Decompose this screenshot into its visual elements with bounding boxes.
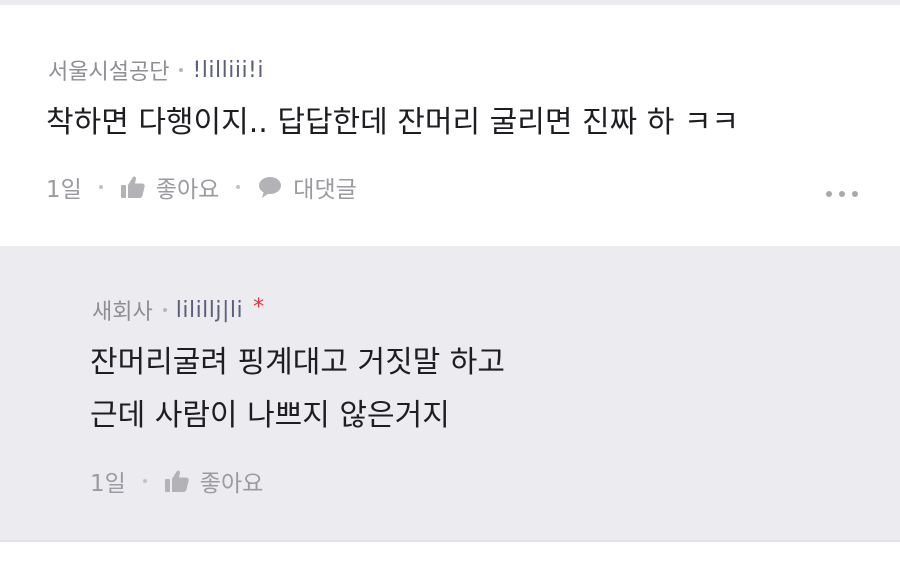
reply-item: 새회사 lilillj|li * 잔머리굴려 핑계대고 거짓말 하고 근데 사람… xyxy=(0,246,900,540)
author-badge: * xyxy=(253,294,265,320)
comment-author[interactable]: 서울시설공단 xyxy=(48,54,169,86)
comment-text: 착하면 다행이지.. 답답한데 잔머리 굴리면 진짜 하 ㅋㅋ xyxy=(46,105,740,140)
more-options-icon[interactable] xyxy=(819,191,858,197)
reply-actions: 1일 좋아요 xyxy=(90,464,263,498)
reply-text-line-1: 잔머리굴려 핑계대고 거짓말 하고 xyxy=(90,345,506,380)
more-dot xyxy=(839,191,845,197)
thumbs-up-icon xyxy=(164,470,189,492)
like-label: 좋아요 xyxy=(155,177,220,203)
comment-time: 1일 xyxy=(46,177,82,203)
reply-meta: 새회사 lilillj|li * xyxy=(92,294,264,326)
reply-like-button[interactable]: 좋아요 xyxy=(164,464,263,498)
comment-meta: 서울시설공단 !lilliii!i xyxy=(48,54,264,86)
more-dot xyxy=(826,191,832,197)
like-label: 좋아요 xyxy=(199,471,264,497)
speech-bubble-icon xyxy=(259,177,282,198)
bottom-divider xyxy=(0,540,900,542)
comment-item: 서울시설공단 !lilliii!i 착하면 다행이지.. 답답한데 잔머리 굴리… xyxy=(0,5,900,246)
action-separator xyxy=(142,479,147,483)
reply-text-line-2: 근데 사람이 나쁘지 않은거지 xyxy=(90,398,450,433)
reply-label: 대댓글 xyxy=(293,177,357,203)
reply-nickname[interactable]: lilillj|li xyxy=(176,298,243,323)
comment-nickname[interactable]: !lilliii!i xyxy=(192,58,264,83)
reply-author[interactable]: 새회사 xyxy=(92,294,153,326)
action-separator xyxy=(98,185,103,189)
more-dot xyxy=(852,191,858,197)
thumbs-up-icon xyxy=(120,176,145,198)
meta-separator xyxy=(162,308,167,312)
meta-separator xyxy=(179,68,184,72)
comment-thread: 서울시설공단 !lilliii!i 착하면 다행이지.. 답답한데 잔머리 굴리… xyxy=(0,0,900,568)
reply-button[interactable]: 대댓글 xyxy=(257,170,357,204)
comment-actions: 1일 좋아요 대댓글 xyxy=(46,170,357,204)
like-button[interactable]: 좋아요 xyxy=(120,170,219,204)
action-separator xyxy=(236,185,241,189)
reply-time: 1일 xyxy=(90,471,126,497)
